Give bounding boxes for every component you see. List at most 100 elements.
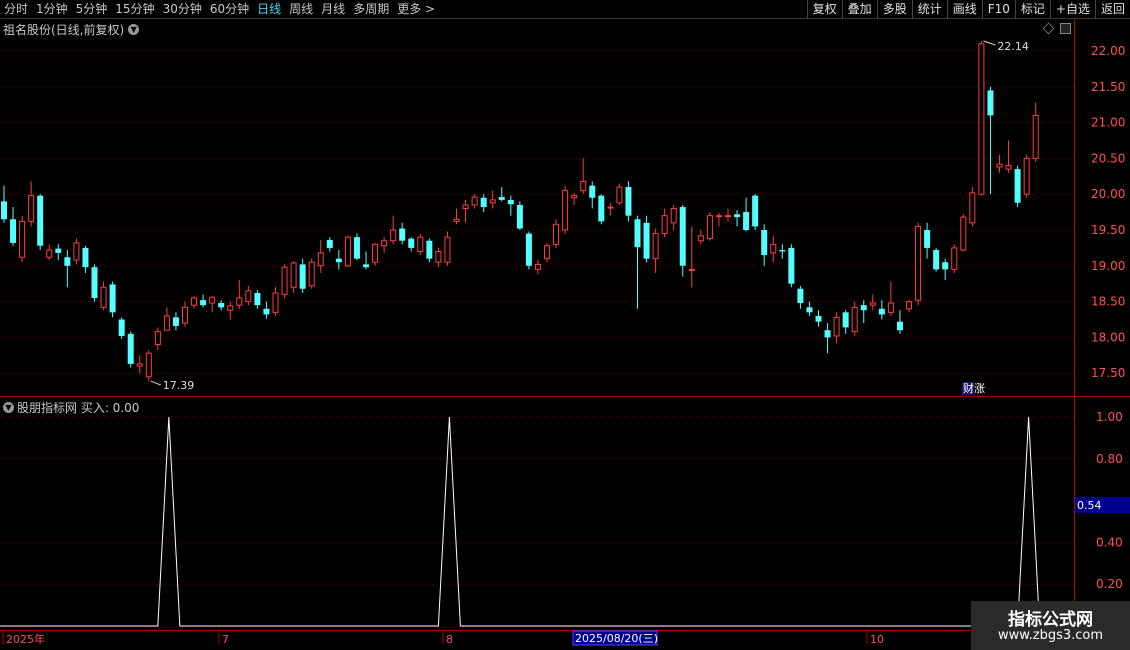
- candle-body-down: [37, 195, 44, 246]
- candle-body-up: [534, 263, 541, 270]
- candle-body-up: [715, 215, 722, 218]
- candle-body-down: [815, 315, 822, 322]
- candle-body-up: [290, 262, 297, 288]
- candle-body-down: [263, 308, 270, 315]
- date-tick-label: 2025年: [6, 632, 45, 646]
- candle-body-up: [978, 43, 985, 195]
- price-tick-label: 17.50: [1091, 366, 1125, 380]
- candle-body-up: [571, 195, 578, 199]
- candle-body-up: [652, 233, 659, 260]
- candle-body-down: [91, 267, 98, 299]
- candle-body-up: [28, 195, 35, 222]
- candle-body-up: [670, 208, 677, 224]
- candle-body-down: [779, 250, 786, 252]
- candle-body-up: [46, 249, 53, 258]
- candle-body-up: [381, 240, 388, 247]
- candle-body-up: [562, 190, 569, 231]
- candle-body-down: [480, 197, 487, 208]
- candle-body-up: [906, 301, 912, 310]
- candle-body-up: [227, 305, 234, 311]
- candle-body-down: [924, 230, 931, 248]
- candle-body-down: [634, 219, 641, 248]
- candle-body-up: [951, 247, 958, 270]
- candle-body-down: [525, 233, 532, 266]
- candle-body-up: [308, 261, 315, 287]
- candle-body-down: [200, 300, 207, 306]
- candle-body-down: [507, 199, 514, 205]
- candle-body-down: [254, 293, 261, 306]
- candle-body-up: [209, 296, 216, 304]
- candle-body-up: [182, 306, 188, 324]
- candle-body-down: [399, 228, 406, 241]
- marker-label: 财涨: [963, 381, 985, 395]
- price-tick-label: 21.50: [1091, 80, 1125, 94]
- candle-body-down: [598, 195, 605, 222]
- high-pointer: [983, 40, 996, 46]
- candle-body-down: [127, 333, 134, 364]
- candle-body-up: [236, 297, 243, 306]
- candle-body-up: [272, 292, 279, 313]
- candle-body-down: [752, 195, 759, 227]
- indicator-tick-label: 1.00: [1096, 410, 1123, 424]
- date-tick-label: 7: [222, 633, 229, 646]
- kline-chart[interactable]: 22.00 21.50 21.00 20.50 20.00 19.50 19.00 18.50…: [0, 0, 1130, 650]
- candle-body-up: [191, 297, 198, 306]
- price-tick-label: 19.00: [1091, 259, 1125, 273]
- candle-body-up: [390, 229, 397, 242]
- candle-body-up: [1005, 165, 1012, 170]
- candle-body-up: [969, 192, 976, 224]
- price-tick-label: 21.00: [1091, 116, 1125, 130]
- candle-body-up: [869, 302, 876, 306]
- candle-body-down: [761, 230, 768, 256]
- watermark-title: 指标公式网: [1008, 610, 1093, 630]
- price-tick-label: 18.50: [1091, 295, 1125, 309]
- candle-body-down: [326, 240, 333, 248]
- watermark-url: www.zbgs3.com: [997, 628, 1104, 643]
- candle-body-up: [887, 302, 894, 313]
- candle-body-up: [725, 215, 731, 218]
- candle-body-up: [462, 204, 469, 210]
- date-tick-label: 10: [870, 633, 884, 646]
- candle-body-up: [553, 223, 560, 245]
- candle-body-up: [1023, 157, 1030, 195]
- low-price-label: 17.39: [163, 379, 195, 392]
- candle-body-down: [797, 288, 804, 304]
- candle-body-down: [353, 237, 360, 259]
- candle-body-down: [408, 238, 415, 248]
- candle-body-up: [489, 199, 496, 204]
- candle-body-up: [960, 216, 967, 251]
- candle-body-down: [625, 187, 632, 216]
- candle-body-up: [706, 215, 713, 240]
- candle-body-down: [942, 262, 949, 270]
- candle-body-up: [245, 290, 252, 303]
- candle-body-up: [136, 363, 143, 367]
- candle-body-down: [824, 330, 831, 338]
- candle-body-down: [842, 312, 849, 328]
- candle-body-up: [163, 315, 170, 331]
- candle-body-up: [372, 243, 379, 263]
- price-tick-label: 20.50: [1091, 151, 1125, 165]
- candle-body-up: [19, 220, 26, 258]
- indicator-tick-label: 0.40: [1096, 535, 1123, 549]
- candle-body-down: [788, 247, 795, 284]
- candle-body-up: [281, 266, 288, 295]
- candle-body-down: [878, 308, 885, 315]
- candle-body-down: [335, 258, 342, 263]
- indicator-tick-label: 0.80: [1096, 452, 1123, 466]
- candle-body-down: [64, 257, 71, 266]
- candle-body-up: [1032, 114, 1039, 159]
- candle-body-down: [498, 197, 505, 200]
- candle-body-down: [679, 207, 686, 266]
- candle-body-up: [344, 236, 351, 267]
- price-tick-label: 20.00: [1091, 187, 1125, 201]
- candle-body-up: [154, 331, 161, 346]
- candle-body-down: [1, 201, 7, 220]
- candle-body-up: [661, 215, 668, 235]
- cursor-value-label: 0.54: [1077, 499, 1102, 512]
- candle-body-down: [860, 305, 867, 311]
- candle-body-up: [100, 286, 107, 308]
- candle-body-up: [471, 196, 478, 206]
- candle-body-down: [172, 317, 179, 326]
- candle-body-up: [417, 236, 424, 252]
- candle-body-up: [444, 236, 451, 263]
